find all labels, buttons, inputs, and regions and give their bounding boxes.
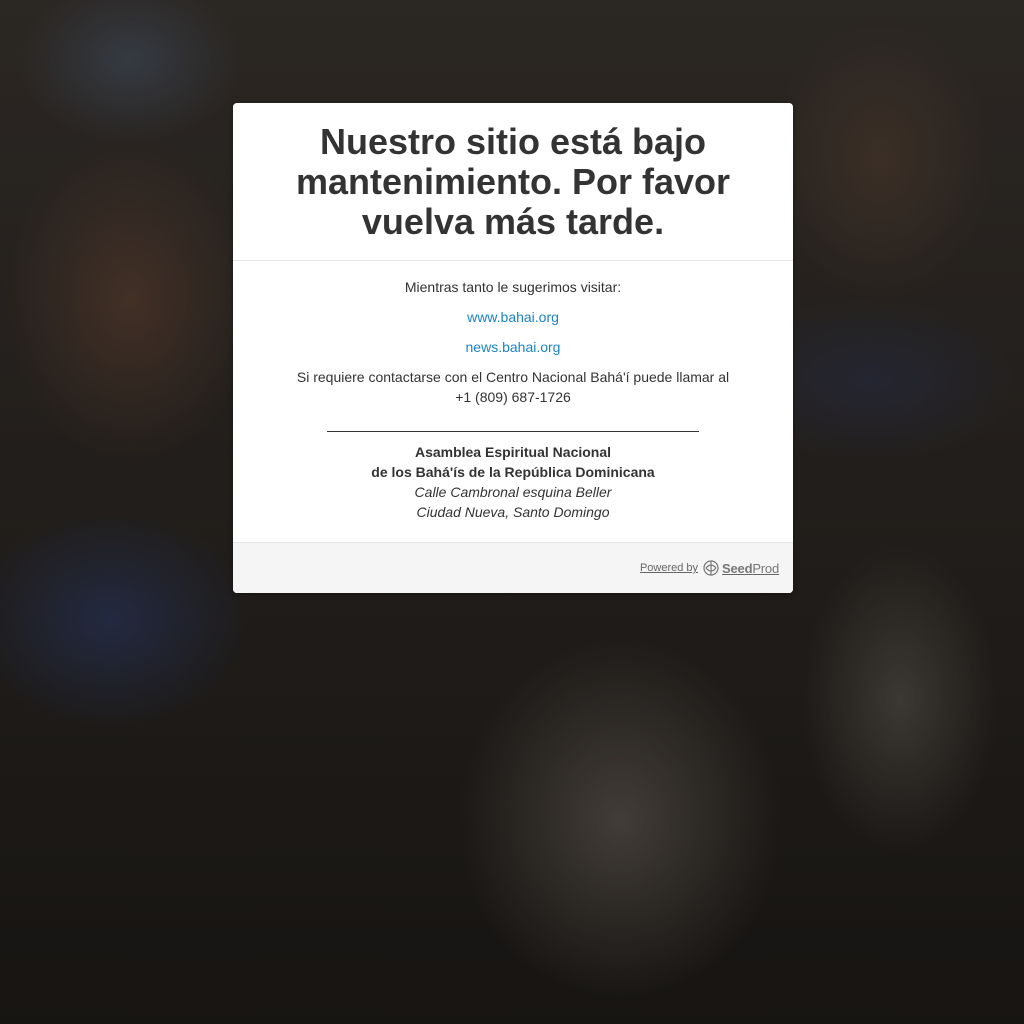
brand-seed: Seed xyxy=(722,560,753,576)
powered-by-label: Powered by xyxy=(639,562,699,574)
org-name-line1: Asamblea Espiritual Nacional xyxy=(414,444,612,460)
seedprod-logo-icon xyxy=(702,559,720,577)
card-footer: Powered by SeedProd xyxy=(233,542,793,593)
org-name-line2: de los Bahá'ís de la República Dominican… xyxy=(371,464,655,480)
seedprod-wordmark: SeedProd xyxy=(722,561,779,576)
org-address-line2: Ciudad Nueva, Santo Domingo xyxy=(416,504,610,520)
contact-phone: +1 (809) 687-1726 xyxy=(455,389,571,405)
card-header: Nuestro sitio está bajo mantenimiento. P… xyxy=(233,103,793,261)
maintenance-headline: Nuestro sitio está bajo mantenimiento. P… xyxy=(295,121,731,242)
powered-by-seedprod-link[interactable]: Powered by SeedProd xyxy=(640,559,779,577)
signature-divider xyxy=(327,431,699,432)
intro-text: Mientras tanto le sugerimos visitar: xyxy=(404,279,622,295)
news-bahai-org-link[interactable]: news.bahai.org xyxy=(273,337,753,357)
contact-text: Si requiere contactarse con el Centro Na… xyxy=(296,369,730,385)
org-address-line1: Calle Cambronal esquina Beller xyxy=(414,484,612,500)
maintenance-card: Nuestro sitio está bajo mantenimiento. P… xyxy=(233,103,793,593)
brand-prod: Prod xyxy=(752,560,779,576)
card-body: Mientras tanto le sugerimos visitar: www… xyxy=(233,261,793,542)
bahai-org-link[interactable]: www.bahai.org xyxy=(273,307,753,327)
